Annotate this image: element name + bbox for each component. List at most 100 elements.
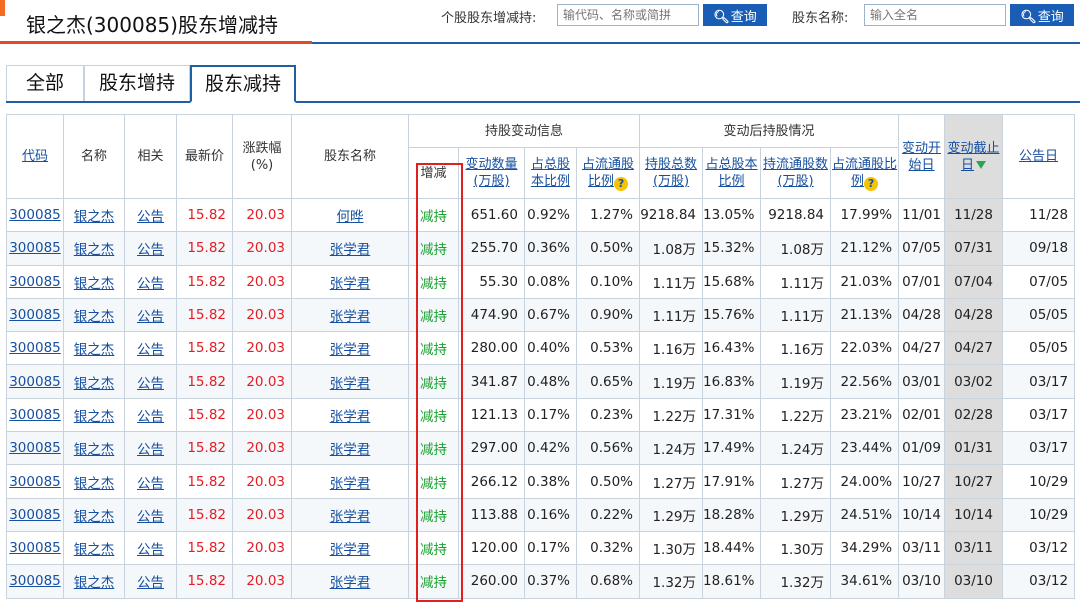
row-code-cell[interactable]: 300085 — [6, 464, 64, 499]
row-related-cell[interactable]: 公告 — [124, 264, 177, 299]
row-holder-cell[interactable]: 张学君 — [291, 530, 409, 566]
row-holder-link[interactable]: 张学君 — [330, 542, 371, 558]
header-start-date[interactable]: 变动开始日 — [898, 114, 946, 199]
row-related-link[interactable]: 公告 — [137, 242, 164, 258]
row-code-link[interactable]: 300085 — [9, 540, 61, 556]
row-holder-link[interactable]: 何晔 — [337, 209, 364, 225]
header-hold-float[interactable]: 持流通股数(万股) — [760, 147, 832, 199]
row-holder-cell[interactable]: 张学君 — [291, 564, 409, 599]
row-holder-link[interactable]: 张学君 — [330, 342, 371, 358]
row-name-link[interactable]: 银之杰 — [74, 309, 115, 325]
header-change-qty[interactable]: 变动数量(万股) — [458, 147, 525, 199]
row-holder-link[interactable]: 张学君 — [330, 476, 371, 492]
header-total-ratio[interactable]: 占总股本比例 — [524, 147, 577, 199]
row-name-cell[interactable]: 银之杰 — [63, 197, 125, 233]
row-name-cell[interactable]: 银之杰 — [63, 397, 125, 433]
row-related-link[interactable]: 公告 — [137, 342, 164, 358]
row-holder-cell[interactable]: 张学君 — [291, 464, 409, 499]
row-name-cell[interactable]: 银之杰 — [63, 564, 125, 599]
row-related-link[interactable]: 公告 — [137, 509, 164, 525]
header-hold-float-link[interactable]: 持流通股数(万股) — [763, 157, 828, 189]
header-hold-total-link[interactable]: 持股总数(万股) — [645, 157, 697, 189]
row-code-link[interactable]: 300085 — [9, 240, 61, 256]
row-related-link[interactable]: 公告 — [137, 276, 164, 292]
row-code-cell[interactable]: 300085 — [6, 431, 64, 466]
row-related-cell[interactable]: 公告 — [124, 497, 177, 532]
row-code-link[interactable]: 300085 — [9, 440, 61, 456]
row-related-link[interactable]: 公告 — [137, 542, 164, 558]
row-name-link[interactable]: 银之杰 — [74, 442, 115, 458]
row-code-cell[interactable]: 300085 — [6, 197, 64, 233]
row-name-link[interactable]: 银之杰 — [74, 476, 115, 492]
row-holder-link[interactable]: 张学君 — [330, 309, 371, 325]
row-name-cell[interactable]: 银之杰 — [63, 297, 125, 333]
header-notice-date-link[interactable]: 公告日 — [1019, 149, 1058, 164]
row-name-link[interactable]: 银之杰 — [74, 276, 115, 292]
row-code-cell[interactable]: 300085 — [6, 497, 64, 532]
stock-search-button[interactable]: 🔍︎查询 — [703, 4, 767, 26]
row-code-cell[interactable]: 300085 — [6, 364, 64, 399]
row-holder-link[interactable]: 张学君 — [330, 276, 371, 292]
row-holder-link[interactable]: 张学君 — [330, 509, 371, 525]
row-name-link[interactable]: 银之杰 — [74, 575, 115, 591]
row-code-cell[interactable]: 300085 — [6, 331, 64, 366]
header-total-ratio-link[interactable]: 占总股本比例 — [531, 157, 570, 189]
help-icon[interactable]: ? — [864, 176, 879, 191]
row-related-link[interactable]: 公告 — [137, 209, 164, 225]
row-name-cell[interactable]: 银之杰 — [63, 464, 125, 499]
tab-decrease[interactable]: 股东减持 — [190, 65, 296, 103]
row-code-link[interactable]: 300085 — [9, 207, 61, 223]
header-end-date-link[interactable]: 变动截止日 — [948, 141, 1000, 173]
row-related-cell[interactable]: 公告 — [124, 464, 177, 499]
tab-all[interactable]: 全部 — [6, 65, 84, 101]
row-holder-cell[interactable]: 张学君 — [291, 397, 409, 433]
row-name-cell[interactable]: 银之杰 — [63, 497, 125, 532]
row-related-cell[interactable]: 公告 — [124, 530, 177, 566]
holder-search-input[interactable] — [864, 4, 1006, 26]
row-holder-link[interactable]: 张学君 — [330, 409, 371, 425]
row-code-link[interactable]: 300085 — [9, 507, 61, 523]
row-code-link[interactable]: 300085 — [9, 307, 61, 323]
row-name-cell[interactable]: 银之杰 — [63, 331, 125, 366]
header-end-date[interactable]: 变动截止日 — [944, 114, 1004, 199]
header-change-qty-link[interactable]: 变动数量(万股) — [465, 157, 517, 189]
row-name-cell[interactable]: 银之杰 — [63, 364, 125, 399]
row-related-cell[interactable]: 公告 — [124, 231, 177, 266]
row-code-link[interactable]: 300085 — [9, 274, 61, 290]
header-notice-date[interactable]: 公告日 — [1002, 114, 1076, 199]
row-code-link[interactable]: 300085 — [9, 573, 61, 589]
header-hold-total-ratio[interactable]: 占总股本比例 — [702, 147, 762, 199]
row-related-link[interactable]: 公告 — [137, 476, 164, 492]
row-related-link[interactable]: 公告 — [137, 309, 164, 325]
row-code-cell[interactable]: 300085 — [6, 564, 64, 599]
header-code-link[interactable]: 代码 — [22, 149, 48, 164]
header-code[interactable]: 代码 — [6, 114, 64, 199]
help-icon[interactable]: ? — [614, 176, 629, 191]
row-name-link[interactable]: 银之杰 — [74, 242, 115, 258]
row-name-link[interactable]: 银之杰 — [74, 509, 115, 525]
row-code-link[interactable]: 300085 — [9, 474, 61, 490]
row-name-cell[interactable]: 银之杰 — [63, 231, 125, 266]
row-name-cell[interactable]: 银之杰 — [63, 431, 125, 466]
row-holder-cell[interactable]: 张学君 — [291, 331, 409, 366]
row-code-link[interactable]: 300085 — [9, 374, 61, 390]
holder-search-button[interactable]: 🔍︎查询 — [1010, 4, 1074, 26]
row-holder-link[interactable]: 张学君 — [330, 575, 371, 591]
row-code-cell[interactable]: 300085 — [6, 231, 64, 266]
row-related-cell[interactable]: 公告 — [124, 431, 177, 466]
row-holder-link[interactable]: 张学君 — [330, 442, 371, 458]
row-name-cell[interactable]: 银之杰 — [63, 264, 125, 299]
row-holder-cell[interactable]: 张学君 — [291, 297, 409, 333]
row-code-link[interactable]: 300085 — [9, 407, 61, 423]
row-name-link[interactable]: 银之杰 — [74, 342, 115, 358]
row-holder-cell[interactable]: 何晔 — [291, 197, 409, 233]
row-name-link[interactable]: 银之杰 — [74, 409, 115, 425]
row-holder-link[interactable]: 张学君 — [330, 242, 371, 258]
row-code-cell[interactable]: 300085 — [6, 397, 64, 433]
row-holder-cell[interactable]: 张学君 — [291, 497, 409, 532]
row-name-link[interactable]: 银之杰 — [74, 376, 115, 392]
row-related-cell[interactable]: 公告 — [124, 564, 177, 599]
stock-search-input[interactable] — [557, 4, 699, 26]
row-name-link[interactable]: 银之杰 — [74, 542, 115, 558]
header-hold-total-ratio-link[interactable]: 占总股本比例 — [706, 157, 758, 189]
